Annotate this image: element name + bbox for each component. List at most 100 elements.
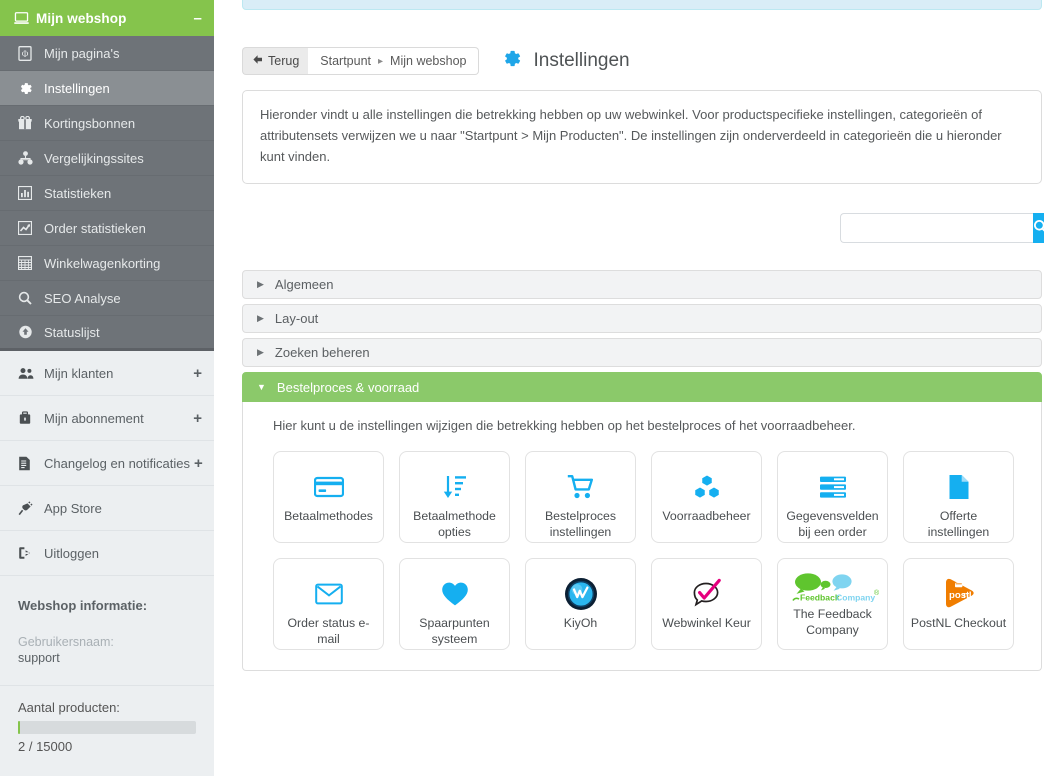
document-icon bbox=[18, 456, 44, 471]
arrow-left-icon bbox=[252, 54, 263, 68]
back-button-label: Terug bbox=[268, 54, 300, 68]
briefcase-icon bbox=[18, 411, 44, 425]
main-content: Terug Startpunt ▸ Mijn webshop Instellin… bbox=[214, 0, 1044, 776]
sidebar-item-order-statistieken[interactable]: Order statistieken bbox=[0, 211, 214, 246]
sidebar-header-label: Mijn webshop bbox=[36, 10, 127, 26]
search-button[interactable] bbox=[1033, 213, 1044, 244]
tile-order-status-e-mail[interactable]: Order status e-mail bbox=[273, 558, 384, 651]
sidebar-collapse-icon[interactable]: – bbox=[194, 11, 202, 26]
expand-icon[interactable]: + bbox=[194, 455, 203, 472]
sidebar-item-label: SEO Analyse bbox=[44, 290, 121, 306]
accordion-header-zoeken-beheren[interactable]: ▶ Zoeken beheren bbox=[242, 338, 1042, 368]
accordion-label: Zoeken beheren bbox=[274, 345, 370, 361]
tile-label: PostNL Checkout bbox=[910, 616, 1007, 631]
chevron-right-icon: ▶ bbox=[257, 279, 264, 290]
users-icon bbox=[18, 367, 44, 380]
sidebar-item-label: Statuslijst bbox=[44, 324, 100, 340]
accordion-header-algemeen[interactable]: ▶ Algemeen bbox=[242, 270, 1042, 300]
sidebar-item-instellingen[interactable]: Instellingen bbox=[0, 71, 214, 106]
sidebar-item-label: Mijn klanten bbox=[44, 365, 114, 381]
product-count-label: Aantal producten: bbox=[18, 700, 120, 715]
accordion-header-bestelproces-voorraad[interactable]: ▼ Bestelproces & voorraad bbox=[242, 372, 1042, 403]
search-box bbox=[840, 213, 1044, 244]
back-button[interactable]: Terug bbox=[242, 47, 309, 75]
sidebar-item-label: Changelog en notificaties bbox=[44, 455, 190, 471]
sidebar-item-vergelijkingssites[interactable]: Vergelijkingssites bbox=[0, 141, 214, 176]
tile-betaalmethodes[interactable]: Betaalmethodes bbox=[273, 451, 384, 544]
sidebar-item-label: Instellingen bbox=[44, 80, 110, 96]
product-count-block: Aantal producten: 2 / 15000 bbox=[0, 686, 214, 754]
tile-gegevensvelden-bij-een-order[interactable]: Gegevensvelden bij een order bbox=[777, 451, 888, 544]
sidebar-item-statistieken[interactable]: Statistieken bbox=[0, 176, 214, 211]
sidebar-item-label: Vergelijkingssites bbox=[44, 150, 144, 166]
tile-voorraadbeheer[interactable]: Voorraadbeheer bbox=[651, 451, 762, 544]
intro-text: Hieronder vindt u alle instellingen die … bbox=[260, 107, 1002, 165]
sidebar-item-label: Statistieken bbox=[44, 185, 112, 201]
sort-amount-down-icon bbox=[442, 467, 468, 507]
tile-webwinkel-keur[interactable]: Webwinkel Keur bbox=[651, 558, 762, 651]
accordion-header-lay-out[interactable]: ▶ Lay-out bbox=[242, 304, 1042, 334]
chevron-down-icon: ▼ bbox=[257, 381, 266, 392]
sidebar-item-mijn-klanten[interactable]: Mijn klanten + bbox=[0, 351, 214, 396]
product-count-progress bbox=[18, 721, 196, 734]
tile-bestelproces-instellingen[interactable]: Bestelproces instellingen bbox=[525, 451, 636, 544]
intro-panel: Hieronder vindt u alle instellingen die … bbox=[242, 90, 1042, 185]
chevron-right-icon: ▸ bbox=[378, 55, 384, 67]
chevron-right-icon: ▶ bbox=[257, 313, 264, 324]
sidebar-item-label: Mijn pagina's bbox=[44, 45, 120, 61]
svg-text:®: ® bbox=[874, 589, 879, 597]
expand-icon[interactable]: + bbox=[193, 365, 202, 382]
shopping-cart-icon bbox=[567, 467, 595, 507]
product-count-value: 2 / 15000 bbox=[18, 739, 73, 754]
sidebar-item-seo-analyse[interactable]: SEO Analyse bbox=[0, 281, 214, 316]
search-icon bbox=[18, 291, 44, 305]
search-icon bbox=[1033, 219, 1044, 237]
sidebar-item-statuslijst[interactable]: Statuslijst bbox=[0, 316, 214, 351]
accordion-label: Bestelproces & voorraad bbox=[276, 379, 420, 395]
sidebar-item-kortingsbonnen[interactable]: Kortingsbonnen bbox=[0, 106, 214, 141]
page-title: Instellingen bbox=[501, 48, 630, 75]
svg-text:nl: nl bbox=[963, 590, 972, 601]
webshop-info-block: Webshop informatie: Gebruikersnaam: supp… bbox=[0, 576, 214, 671]
tile-spaarpunten-systeem[interactable]: Spaarpunten systeem bbox=[399, 558, 510, 651]
breadcrumb-current[interactable]: Mijn webshop bbox=[390, 54, 466, 68]
tile-the-feedback-company[interactable]: Feedback Company ® The Feedback Company bbox=[777, 558, 888, 651]
tile-betaalmethode-opties[interactable]: Betaalmethode opties bbox=[399, 451, 510, 544]
gift-icon bbox=[18, 116, 44, 130]
sidebar-header-mijn-webshop[interactable]: Mijn webshop – bbox=[0, 0, 214, 36]
tile-kiyoh[interactable]: KiyOh bbox=[525, 558, 636, 651]
chevron-right-icon: ▶ bbox=[257, 347, 264, 358]
username-label: Gebruikersnaam: bbox=[18, 635, 114, 649]
sidebar-item-winkelwagenkorting[interactable]: Winkelwagenkorting bbox=[0, 246, 214, 281]
tile-postnl-checkout[interactable]: post nl PostNL Checkout bbox=[903, 558, 1014, 651]
sidebar-item-mijn-abonnement[interactable]: Mijn abonnement + bbox=[0, 396, 214, 441]
tile-label: Bestelproces instellingen bbox=[544, 509, 617, 539]
sidebar-item-mijn-paginas[interactable]: Φ Mijn pagina's bbox=[0, 36, 214, 71]
tile-offerte-instellingen[interactable]: Offerte instellingen bbox=[903, 451, 1014, 544]
app-root: Mijn webshop – Φ Mijn pagina's Instellin… bbox=[0, 0, 1044, 776]
sidebar-item-label: Kortingsbonnen bbox=[44, 115, 136, 131]
svg-text:Company: Company bbox=[836, 593, 875, 603]
search-input[interactable] bbox=[840, 213, 1033, 244]
sidebar-item-changelog-en-notificaties[interactable]: Changelog en notificaties + bbox=[0, 441, 214, 486]
tile-label: KiyOh bbox=[563, 616, 598, 631]
accordion-label: Algemeen bbox=[274, 277, 334, 293]
plug-icon bbox=[18, 500, 44, 516]
sidebar-item-label: Winkelwagenkorting bbox=[44, 255, 161, 271]
sidebar-item-uitloggen[interactable]: Uitloggen bbox=[0, 531, 214, 576]
sidebar-item-app-store[interactable]: App Store bbox=[0, 486, 214, 531]
expand-icon[interactable]: + bbox=[193, 410, 202, 427]
tile-label: Gegevensvelden bij een order bbox=[786, 509, 879, 539]
credit-card-icon bbox=[313, 467, 344, 507]
webshop-info-title: Webshop informatie: bbox=[18, 598, 148, 613]
feedback-company-logo: Feedback Company ® bbox=[787, 571, 879, 605]
sitemap-icon bbox=[18, 151, 44, 165]
sidebar-item-label: App Store bbox=[44, 500, 102, 516]
tile-label: Order status e-mail bbox=[287, 616, 370, 646]
top-alert-banner bbox=[242, 0, 1042, 10]
page-content: Terug Startpunt ▸ Mijn webshop Instellin… bbox=[242, 46, 1044, 672]
accordion-description: Hier kunt u de instellingen wijzigen die… bbox=[273, 418, 856, 434]
breadcrumb-row: Terug Startpunt ▸ Mijn webshop Instellin… bbox=[242, 46, 1042, 76]
cloud-upload-icon bbox=[18, 325, 44, 339]
breadcrumb-root[interactable]: Startpunt bbox=[320, 54, 371, 68]
